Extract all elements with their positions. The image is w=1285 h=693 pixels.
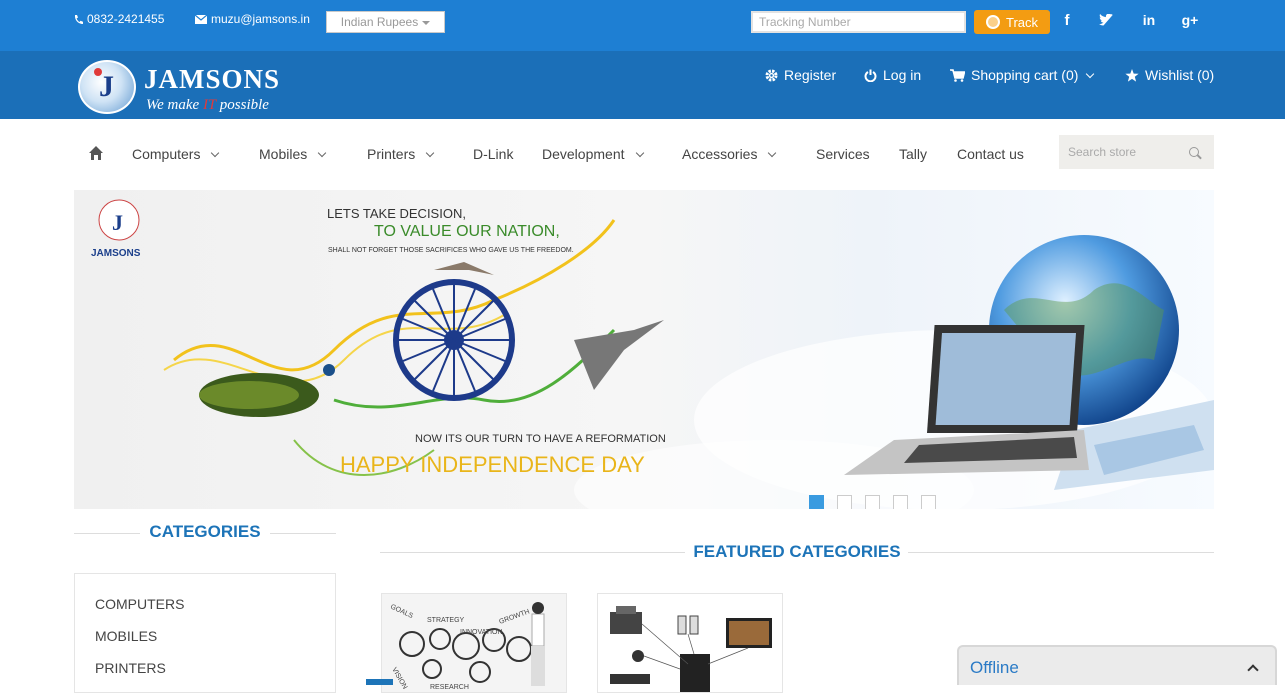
twitter-icon[interactable] (1096, 10, 1116, 30)
logo-tagline: We make IT possible (146, 97, 269, 113)
featured-category-image-1[interactable]: GOALS STRATEGY INNOVATION GROWTH VISION … (381, 593, 567, 693)
site-header: J JAMSONS We make IT possible Register L… (0, 51, 1285, 119)
register-link[interactable]: Register (765, 67, 836, 83)
login-link[interactable]: Log in (864, 67, 921, 83)
category-printers[interactable]: PRINTERS (95, 660, 166, 676)
slider-dot-5[interactable] (921, 495, 936, 509)
login-label: Log in (883, 67, 922, 83)
banner-line-2: TO VALUE OUR NATION, (374, 223, 560, 240)
facebook-icon[interactable]: f (1057, 10, 1077, 30)
slider-dot-2[interactable] (837, 495, 852, 509)
star-icon (1125, 68, 1139, 82)
computer-accessories-image (598, 594, 782, 692)
chevron-down-icon (768, 148, 777, 157)
nav-item-tally[interactable]: Tally (899, 146, 927, 162)
nav-item-services[interactable]: Services (816, 146, 870, 162)
phone-number: 0832-2421455 (87, 12, 165, 26)
svg-text:INNOVATION: INNOVATION (460, 629, 503, 636)
globe-logo-icon: J (78, 60, 136, 114)
nav-item-mobiles[interactable]: Mobiles (259, 146, 327, 162)
phone-icon (74, 14, 83, 24)
register-label: Register (784, 67, 837, 83)
nav-item-computers[interactable]: Computers (132, 146, 220, 162)
main-nav: Computers Mobiles Printers D-Link Develo… (0, 119, 1285, 189)
phone-contact: 0832-2421455 (74, 12, 164, 26)
chevron-down-icon (318, 148, 327, 157)
track-button[interactable]: Track (974, 10, 1050, 34)
shopping-cart-link[interactable]: Shopping cart (0) (950, 67, 1095, 83)
wishlist-label: Wishlist (0) (1145, 67, 1215, 83)
featured-category-image-2[interactable] (597, 593, 783, 693)
banner-line-3: SHALL NOT FORGET THOSE SACRIFICES WHO GA… (328, 247, 574, 254)
gears-strategy-image: GOALS STRATEGY INNOVATION GROWTH VISION … (382, 594, 566, 692)
search-box (1059, 135, 1214, 169)
search-input[interactable] (1059, 135, 1179, 169)
envelope-icon (195, 14, 207, 24)
gear-icon (765, 69, 778, 81)
nav-item-printers[interactable]: Printers (367, 146, 435, 162)
chat-status: Offline (970, 658, 1019, 677)
category-mobiles[interactable]: MOBILES (95, 628, 157, 644)
nav-item-development[interactable]: Development (542, 146, 644, 162)
home-icon[interactable] (88, 145, 104, 161)
currency-select[interactable]: Indian Rupees (326, 11, 445, 33)
slider-dot-4[interactable] (893, 495, 908, 509)
logo-name: JAMSONS (144, 64, 281, 94)
top-bar: 0832-2421455 muzu@jamsons.in Indian Rupe… (0, 0, 1285, 51)
categories-title: CATEGORIES (149, 522, 261, 541)
track-icon (985, 15, 1000, 29)
chevron-down-icon (211, 148, 220, 157)
scroll-indicator[interactable] (366, 679, 393, 685)
slider-dot-1[interactable] (809, 495, 824, 509)
chevron-up-icon[interactable] (1247, 664, 1259, 676)
chevron-down-icon (425, 148, 435, 157)
currency-value: Indian Rupees (340, 15, 419, 29)
tracking-number-input[interactable] (751, 11, 966, 33)
banner-line-5: HAPPY INDEPENDENCE DAY (340, 452, 645, 477)
search-icon[interactable] (1189, 147, 1199, 157)
banner-mini-logo: JAMSONS (91, 248, 141, 259)
cart-icon (950, 68, 965, 82)
wishlist-link[interactable]: Wishlist (0) (1125, 67, 1214, 83)
slider-dot-3[interactable] (865, 495, 880, 509)
banner-line-4: NOW ITS OUR TURN TO HAVE A REFORMATION (415, 433, 666, 445)
email-contact[interactable]: muzu@jamsons.in (195, 12, 310, 26)
chevron-down-icon (635, 148, 644, 157)
nav-item-dlink[interactable]: D-Link (473, 146, 513, 162)
hero-banner[interactable]: J JAMSONS LETS TAKE DECISION, TO VALUE O… (74, 190, 1214, 509)
google-plus-icon[interactable]: g+ (1180, 10, 1200, 30)
jamsons-logo[interactable]: J JAMSONS We make IT possible (78, 58, 298, 114)
caret-down-icon (422, 21, 431, 25)
featured-categories-title: FEATURED CATEGORIES (693, 542, 901, 561)
nav-item-accessories[interactable]: Accessories (682, 146, 777, 162)
power-icon (864, 69, 877, 82)
nav-item-contact-us[interactable]: Contact us (957, 146, 1024, 162)
banner-line-1: LETS TAKE DECISION, (327, 206, 466, 221)
svg-text:STRATEGY: STRATEGY (427, 617, 465, 624)
slider-dots (809, 495, 936, 509)
chat-widget[interactable]: Offline (957, 645, 1277, 685)
category-computers[interactable]: COMPUTERS (95, 596, 184, 612)
track-label: Track (1005, 14, 1039, 30)
email-address: muzu@jamsons.in (211, 12, 310, 26)
linkedin-icon[interactable]: in (1139, 10, 1159, 30)
chevron-down-icon (1086, 69, 1095, 78)
svg-text:RESEARCH: RESEARCH (430, 684, 469, 691)
cart-label: Shopping cart (0) (971, 67, 1079, 83)
